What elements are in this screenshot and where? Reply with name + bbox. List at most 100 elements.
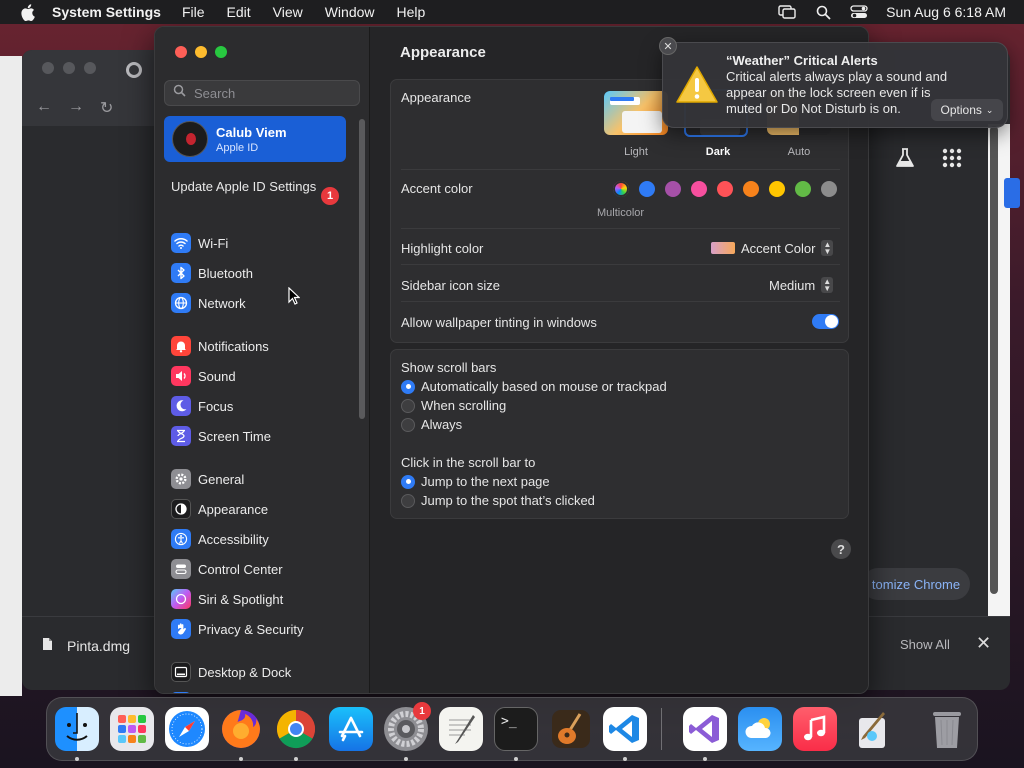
help-button[interactable]: ? xyxy=(831,539,851,559)
apple-id-account[interactable]: Calub Viem Apple ID xyxy=(164,116,346,162)
sidebar-item-label: Focus xyxy=(198,398,234,414)
click-option-next-page[interactable]: Jump to the next page xyxy=(401,474,550,489)
close-window-button[interactable] xyxy=(175,46,187,58)
sidebar-item-siri-spotlight[interactable]: Siri & Spotlight xyxy=(171,588,283,610)
firefox-icon[interactable] xyxy=(219,707,263,751)
vscode-icon[interactable] xyxy=(603,707,647,751)
scroll-option-always[interactable]: Always xyxy=(401,417,462,432)
screen-mirroring-icon[interactable] xyxy=(778,4,796,20)
sidebar-item-bluetooth[interactable]: Bluetooth xyxy=(171,262,253,284)
accent-red[interactable] xyxy=(717,181,733,197)
accent-yellow[interactable] xyxy=(769,181,785,197)
radio-button[interactable] xyxy=(401,417,415,432)
notification-body: Critical alerts always play a sound and … xyxy=(726,69,948,116)
zoom-window-button[interactable] xyxy=(215,46,227,58)
theme-light-option[interactable] xyxy=(604,91,668,135)
divider xyxy=(401,169,840,170)
browser-scrollbar[interactable] xyxy=(990,126,998,594)
garageband-icon[interactable] xyxy=(549,707,593,751)
sidebar-item-wifi[interactable]: Wi-Fi xyxy=(171,232,228,254)
accent-multicolor[interactable] xyxy=(613,181,629,197)
sidebar-item-label: Siri & Spotlight xyxy=(198,591,284,607)
menu-help[interactable]: Help xyxy=(397,4,426,20)
sidebar-item-screen-time[interactable]: Screen Time xyxy=(171,425,271,447)
highlight-value: Accent Color xyxy=(741,240,816,256)
radio-button[interactable] xyxy=(401,493,415,508)
launchpad-icon[interactable] xyxy=(110,707,154,751)
accent-blue[interactable] xyxy=(639,181,655,197)
mouse-pointer-icon xyxy=(288,286,301,305)
highlight-color-popup[interactable]: Accent Color ▲ ▼ xyxy=(711,240,834,256)
accent-pink[interactable] xyxy=(691,181,707,197)
accent-green[interactable] xyxy=(795,181,811,197)
back-arrow-icon[interactable]: ← xyxy=(36,98,52,118)
sidebar-search[interactable] xyxy=(164,80,360,106)
menu-file[interactable]: File xyxy=(182,4,205,20)
browser-window-controls xyxy=(42,62,96,74)
chrome-labs-icon[interactable] xyxy=(893,146,917,170)
click-option-spot-clicked[interactable]: Jump to the spot that’s clicked xyxy=(401,493,595,508)
divider xyxy=(401,264,840,265)
reload-icon[interactable]: ↻ xyxy=(100,98,113,118)
sidebar-item-label: Appearance xyxy=(198,501,269,517)
preview-icon[interactable] xyxy=(848,707,892,751)
notification-options-button[interactable]: Options ⌄ xyxy=(931,99,1003,121)
update-apple-id-settings[interactable]: Update Apple ID Settings xyxy=(171,179,341,195)
scroll-option-automatic[interactable]: Automatically based on mouse or trackpad xyxy=(401,379,667,394)
account-subtitle: Apple ID xyxy=(216,141,259,154)
customize-chrome-button[interactable]: tomize Chrome xyxy=(862,568,970,600)
menu-view[interactable]: View xyxy=(273,4,303,20)
radio-label: Jump to the spot that’s clicked xyxy=(421,493,595,508)
menu-window[interactable]: Window xyxy=(325,4,375,20)
weather-critical-alert-notification[interactable]: ✕ “Weather” Critical Alerts Critical ale… xyxy=(659,37,1008,128)
sidebar-item-notifications[interactable]: Notifications xyxy=(171,335,269,357)
radio-button[interactable] xyxy=(401,379,415,394)
close-download-bar-icon[interactable]: ✕ xyxy=(976,633,991,654)
forward-arrow-icon[interactable]: → xyxy=(68,98,84,118)
download-item[interactable]: Pinta.dmg xyxy=(42,637,130,654)
safari-icon[interactable] xyxy=(165,707,209,751)
checkbox-icon[interactable] xyxy=(1004,178,1020,208)
menu-edit[interactable]: Edit xyxy=(227,4,251,20)
accent-purple[interactable] xyxy=(665,181,681,197)
sidebar-item-control-center[interactable]: Control Center xyxy=(171,558,283,580)
sidebar-item-focus[interactable]: Focus xyxy=(171,395,233,417)
wallpaper-tinting-toggle[interactable] xyxy=(812,314,839,329)
sidebar-scrollbar[interactable] xyxy=(359,119,365,419)
search-input[interactable] xyxy=(194,85,354,101)
sidebar-item-partial[interactable] xyxy=(171,691,191,693)
app-store-icon[interactable] xyxy=(329,707,373,751)
spotlight-search-icon[interactable] xyxy=(814,4,832,20)
apple-menu-icon[interactable] xyxy=(16,1,38,23)
trash-icon[interactable] xyxy=(925,707,969,751)
chrome-icon[interactable] xyxy=(274,707,318,751)
control-center-menubar-icon[interactable] xyxy=(850,4,868,20)
minimize-window-button[interactable] xyxy=(195,46,207,58)
sidebar-item-desktop-dock[interactable]: Desktop & Dock xyxy=(171,661,291,683)
visual-studio-icon[interactable] xyxy=(683,707,727,751)
finder-icon[interactable] xyxy=(55,707,99,751)
terminal-icon[interactable]: >_ xyxy=(494,707,538,751)
accent-graphite[interactable] xyxy=(821,181,837,197)
chrome-tab-icon[interactable] xyxy=(126,62,142,78)
sidebar-item-appearance[interactable]: Appearance xyxy=(171,498,268,520)
sidebar-item-accessibility[interactable]: Accessibility xyxy=(171,528,269,550)
textedit-icon[interactable] xyxy=(439,707,483,751)
sidebar-item-network[interactable]: Network xyxy=(171,292,246,314)
sidebar-item-general[interactable]: General xyxy=(171,468,244,490)
sidebar-icon-size-popup[interactable]: Medium ▲ ▼ xyxy=(769,277,834,293)
music-icon[interactable] xyxy=(793,707,837,751)
sidebar-item-label: Sound xyxy=(198,368,236,384)
google-apps-icon[interactable] xyxy=(942,148,962,168)
radio-button[interactable] xyxy=(401,398,415,413)
menubar-clock[interactable]: Sun Aug 6 6:18 AM xyxy=(886,4,1006,20)
radio-button[interactable] xyxy=(401,474,415,489)
scroll-option-when-scrolling[interactable]: When scrolling xyxy=(401,398,506,413)
show-all-button[interactable]: Show All xyxy=(900,637,950,652)
weather-icon[interactable] xyxy=(738,707,782,751)
sidebar-item-privacy-security[interactable]: Privacy & Security xyxy=(171,618,303,640)
notification-close-icon[interactable]: ✕ xyxy=(659,37,677,55)
accent-orange[interactable] xyxy=(743,181,759,197)
sidebar-item-sound[interactable]: Sound xyxy=(171,365,236,387)
menu-app-name[interactable]: System Settings xyxy=(52,4,161,20)
